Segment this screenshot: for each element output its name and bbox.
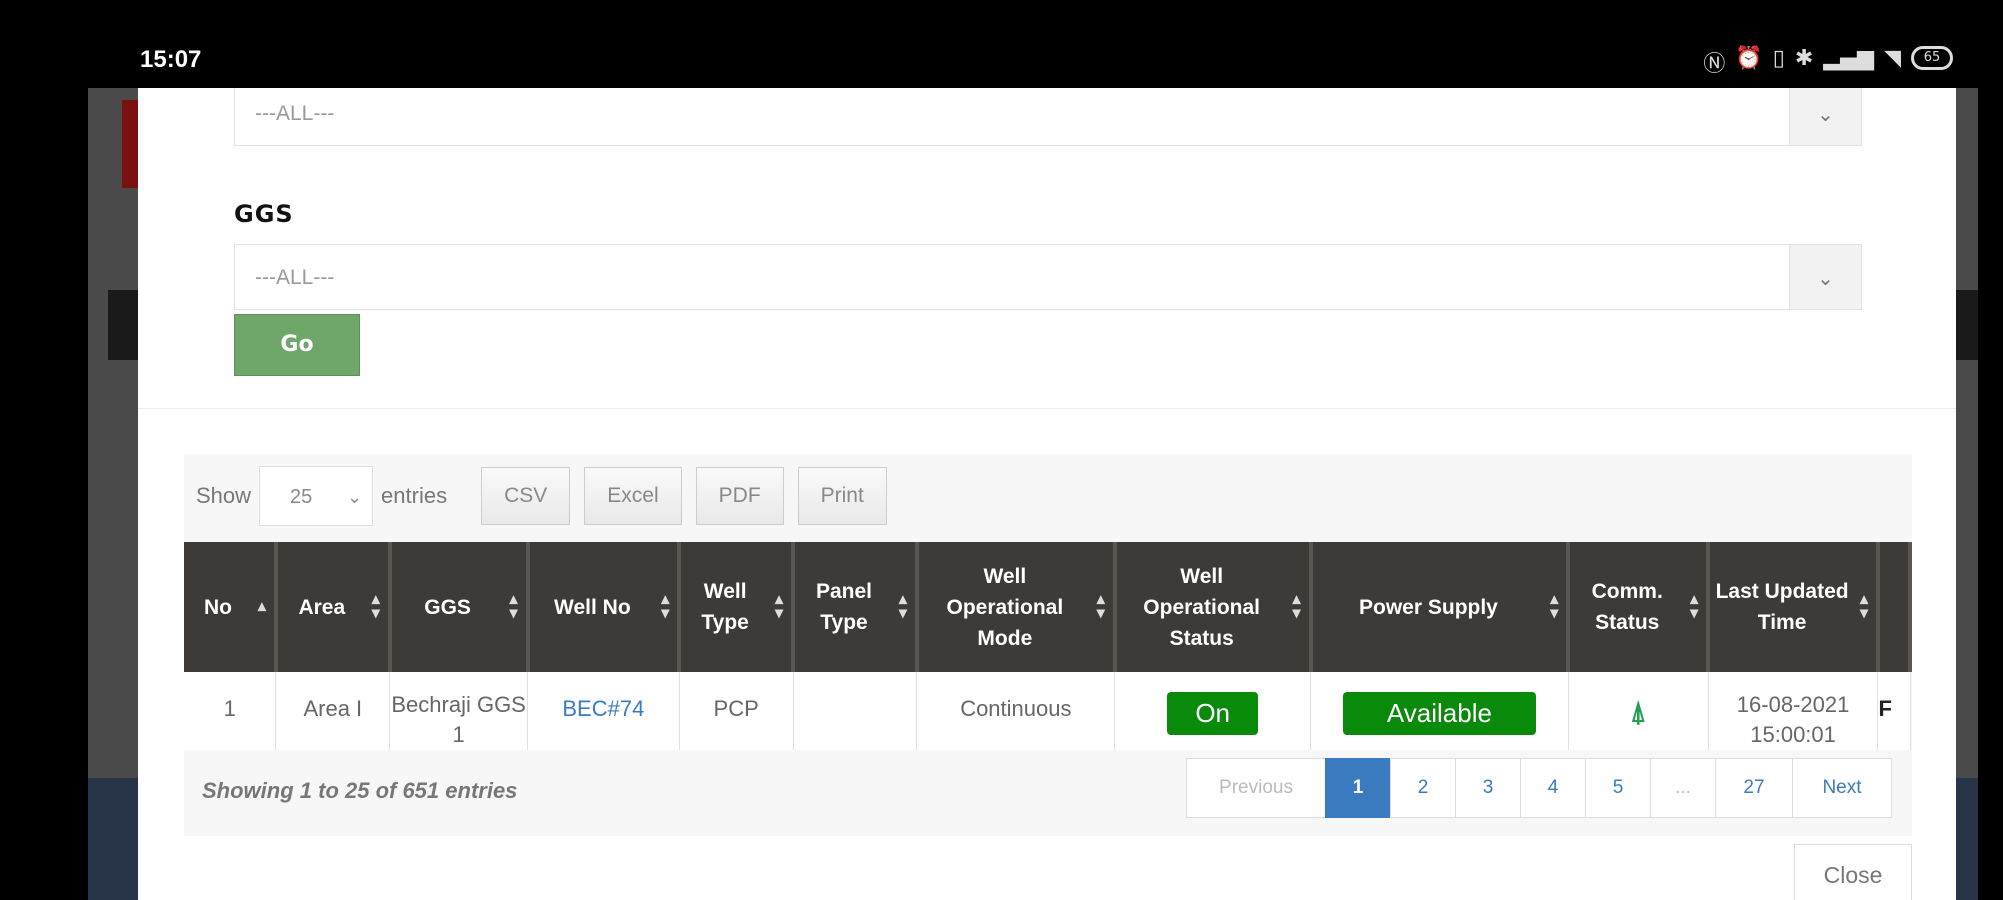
power-badge: Available <box>1342 692 1536 735</box>
column-header-area[interactable]: Area ▴ ▾ <box>275 542 392 672</box>
sort-icon: ▴ <box>257 598 266 615</box>
system-status-bar: 15:07 Ⓝ ⏰ ▯ ✱ ▂▄▆ ◥ 65 <box>0 0 2003 88</box>
status-badge: On <box>1167 692 1258 735</box>
cell-overflow: F <box>1877 672 1911 750</box>
pdf-button[interactable]: PDF <box>695 467 784 525</box>
signal-tower-icon: ⍋ <box>1629 696 1647 727</box>
column-header-overflow <box>1877 542 1913 672</box>
data-table-panel: Show 25 ⌄ entries CSV Excel PDF Print No… <box>184 454 1913 836</box>
column-header-panel-type[interactable]: Panel Type ▴ ▾ <box>793 542 919 672</box>
wells-table: No ▴ Area ▴ ▾ GGS ▴ ▾ Well No ▴ ▾ Well Type ▴ ▾ P… <box>184 542 1913 750</box>
signal-icon: ▂▄▆ <box>1823 46 1875 71</box>
page-button-1[interactable]: 1 <box>1325 758 1391 818</box>
sort-icon: ▴ ▾ <box>1550 591 1559 622</box>
page-button-4[interactable]: 4 <box>1520 758 1586 818</box>
cell-well-type: PCP <box>679 672 794 750</box>
sort-icon: ▴ ▾ <box>775 591 784 622</box>
column-header-ggs[interactable]: GGS ▴ ▾ <box>389 542 530 672</box>
bluetooth-icon: ✱ <box>1794 46 1814 71</box>
alarm-icon: ⏰ <box>1735 46 1763 71</box>
page-button-27[interactable]: 27 <box>1715 758 1793 818</box>
cell-no: 1 <box>184 672 277 750</box>
cell-comm-status: ⍋ <box>1568 672 1709 750</box>
cell-operational-mode: Continuous <box>916 672 1116 750</box>
column-header-last-updated[interactable]: Last Updated Time ▴ ▾ <box>1708 542 1880 672</box>
ggs-select[interactable]: ---ALL--- ⌄ <box>234 244 1862 310</box>
page-button-2[interactable]: 2 <box>1390 758 1456 818</box>
sort-icon: ▴ ▾ <box>661 591 670 622</box>
cell-power-supply: Available <box>1310 672 1569 750</box>
table-row: 1 Area I Bechraji GGS 1 BEC#74 PCP Conti… <box>184 672 1911 750</box>
cell-ggs: Bechraji GGS 1 <box>389 672 528 750</box>
print-button[interactable]: Print <box>797 467 887 525</box>
cell-panel-type <box>793 672 918 750</box>
column-header-comm-status[interactable]: Comm. Status ▴ ▾ <box>1568 542 1711 672</box>
next-page-button[interactable]: Next <box>1792 758 1892 818</box>
page-length-select[interactable]: 25 ⌄ <box>259 466 374 526</box>
battery-icon: 65 <box>1911 46 1953 70</box>
clock: 15:07 <box>140 46 202 73</box>
nfc-icon: Ⓝ <box>1703 52 1726 77</box>
filter-modal: ---ALL--- ⌄ GGS ---ALL--- ⌄ Go Show 25 ⌄… <box>138 88 1956 900</box>
sort-icon: ▴ ▾ <box>371 591 380 622</box>
show-label: Show <box>196 483 252 508</box>
sort-icon: ▴ ▾ <box>1859 591 1868 622</box>
page-ellipsis: ... <box>1650 758 1716 818</box>
close-button[interactable]: Close <box>1794 844 1912 900</box>
sort-icon: ▴ ▾ <box>509 591 518 622</box>
table-info: Showing 1 to 25 of 651 entries <box>202 778 518 803</box>
column-header-no[interactable]: No ▴ <box>184 542 278 672</box>
sort-icon: ▴ ▾ <box>1690 591 1699 622</box>
chevron-down-icon: ⌄ <box>1789 245 1861 309</box>
page-button-3[interactable]: 3 <box>1455 758 1521 818</box>
cell-area: Area I <box>275 672 391 750</box>
sort-icon: ▴ ▾ <box>1292 591 1301 622</box>
well-link[interactable]: BEC#74 <box>527 672 680 750</box>
vibrate-icon: ▯ <box>1772 46 1785 71</box>
area-select[interactable]: ---ALL--- ⌄ <box>234 88 1862 146</box>
wifi-icon: ◥ <box>1884 46 1901 71</box>
ggs-label: GGS <box>234 200 294 228</box>
excel-button[interactable]: Excel <box>584 467 682 525</box>
table-controls: Show 25 ⌄ entries CSV Excel PDF Print <box>196 466 901 526</box>
sort-icon: ▴ ▾ <box>898 591 907 622</box>
column-header-operational-status[interactable]: Well Operational Status ▴ ▾ <box>1114 542 1313 672</box>
sort-icon: ▴ ▾ <box>1096 591 1105 622</box>
pagination: Previous 1 2 3 4 5 ... 27 Next <box>1186 758 1892 818</box>
divider <box>138 408 1956 409</box>
chevron-down-icon: ⌄ <box>1789 88 1861 145</box>
system-icons: Ⓝ ⏰ ▯ ✱ ▂▄▆ ◥ 65 <box>1703 46 1953 78</box>
column-header-well-no[interactable]: Well No ▴ ▾ <box>527 542 682 672</box>
go-button[interactable]: Go <box>234 314 360 376</box>
previous-page-button[interactable]: Previous <box>1186 758 1326 818</box>
entries-label: entries <box>381 483 448 508</box>
background-bar <box>108 290 138 360</box>
csv-button[interactable]: CSV <box>481 467 571 525</box>
table-header-row: No ▴ Area ▴ ▾ GGS ▴ ▾ Well No ▴ ▾ Well Type ▴ ▾ P… <box>184 542 1913 672</box>
cell-operational-status: On <box>1114 672 1312 750</box>
cell-last-updated: 16-08-2021 15:00:01 <box>1708 672 1879 750</box>
column-header-power-supply[interactable]: Power Supply ▴ ▾ <box>1310 542 1571 672</box>
page-button-5[interactable]: 5 <box>1585 758 1651 818</box>
chevron-down-icon: ⌄ <box>346 487 363 507</box>
column-header-operational-mode[interactable]: Well Operational Mode ▴ ▾ <box>916 542 1117 672</box>
column-header-well-type[interactable]: Well Type ▴ ▾ <box>679 542 796 672</box>
